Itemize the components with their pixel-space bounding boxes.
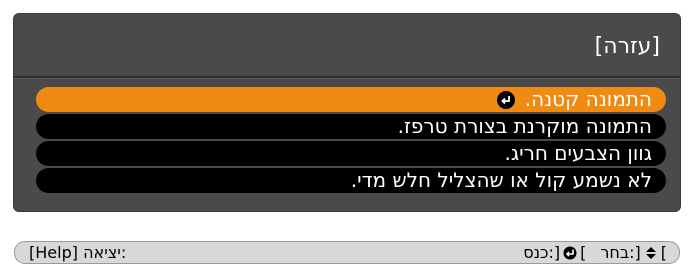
help-topic-list: התמונה קטנה. התמונה מוקרנת בצורת טרפז. ג…: [36, 87, 666, 195]
enter-label: :כנס: [523, 243, 554, 262]
panel-title: [עזרה]: [594, 34, 660, 59]
divider: [14, 76, 680, 79]
help-topic-item-color[interactable]: גוון הצבעים חריג.: [36, 141, 666, 166]
help-topic-label: לא נשמע קול או שהצליל חלש מדי.: [350, 168, 652, 192]
help-topic-label: התמונה קטנה.: [524, 87, 652, 111]
button-guide-bar: ] [ :בחר ] [ :כנס :יציאה [Help]: [14, 241, 680, 264]
help-topic-label: התמונה מוקרנת בצורת טרפז.: [397, 114, 652, 138]
enter-icon: [563, 246, 577, 259]
up-down-arrows-icon: [645, 246, 656, 259]
guide-exit: :יציאה [Help]: [29, 242, 126, 263]
guide-navigation: ] [ :בחר ] [ :כנס: [523, 242, 667, 263]
enter-key: ] [: [553, 243, 587, 262]
enter-icon: [496, 90, 515, 109]
help-topic-item-small-image[interactable]: התמונה קטנה.: [36, 87, 666, 112]
help-topic-label: גוון הצבעים חריג.: [504, 141, 653, 165]
help-topic-item-sound[interactable]: לא נשמע קול או שהצליל חלש מדי.: [36, 168, 666, 193]
help-topic-item-keystone[interactable]: התמונה מוקרנת בצורת טרפז.: [36, 114, 666, 139]
select-key: ] [: [634, 243, 668, 262]
help-key: [Help]: [29, 243, 78, 262]
select-label: :בחר: [600, 243, 635, 262]
exit-label: :יציאה: [83, 243, 127, 262]
help-panel: [עזרה] התמונה קטנה. התמונה מוקרנת בצורת …: [14, 14, 680, 211]
